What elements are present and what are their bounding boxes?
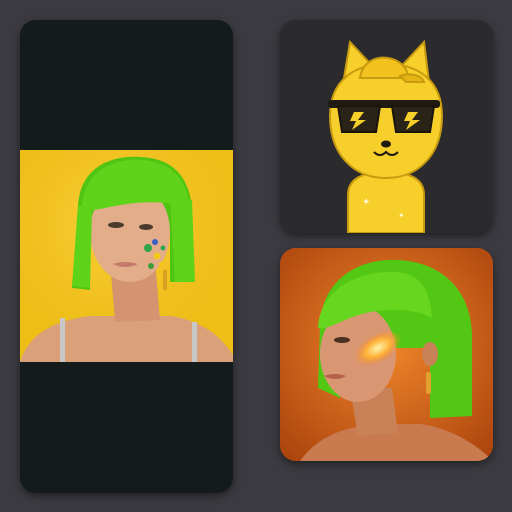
portrait-yellow-image xyxy=(20,20,233,493)
svg-text:✦: ✦ xyxy=(362,197,370,208)
cat-mascot-image: ✦ ✦ xyxy=(280,20,493,233)
portrait-orange-image xyxy=(280,248,493,461)
image-card-portrait-yellow[interactable] xyxy=(20,20,233,493)
svg-text:✦: ✦ xyxy=(398,211,405,220)
image-card-mascot[interactable]: ✦ ✦ xyxy=(280,20,493,233)
image-card-portrait-orange[interactable] xyxy=(280,248,493,461)
